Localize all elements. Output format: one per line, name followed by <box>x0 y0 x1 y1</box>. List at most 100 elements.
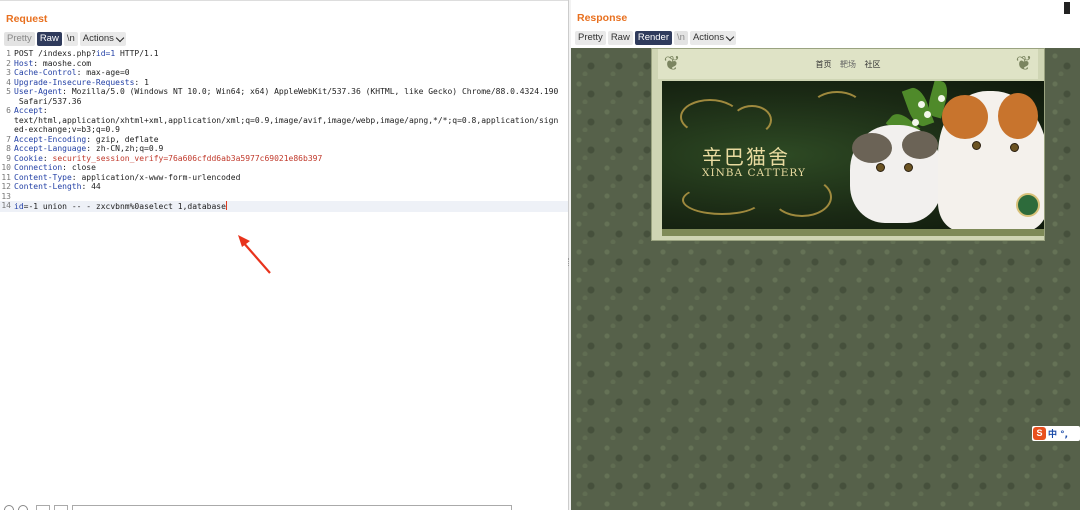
header-value: 44 <box>91 182 101 191</box>
line-text: Host: maoshe.com <box>13 59 568 69</box>
editor-line[interactable]: 10 Connection: close <box>0 163 568 173</box>
separator: : <box>33 58 43 68</box>
burp-repeater-window: Request Pretty Raw \n Actions 1 POST /ind… <box>0 0 1080 510</box>
editor-line[interactable]: 14 id=-1 union -- - zxcvbnm%0aselect 1,da… <box>0 201 568 212</box>
header-value: close <box>71 163 96 172</box>
header-value: zh-CN,zh;q=0.9 <box>95 144 164 153</box>
header-name: Connection <box>14 163 63 172</box>
editor-line[interactable]: 9 Cookie: security_session_verify=76a606c… <box>0 154 568 164</box>
line-number: 1 <box>6 49 11 58</box>
separator: : <box>62 163 72 172</box>
sogou-ime-icon: S <box>1033 427 1046 440</box>
cattery-badge-icon <box>1016 193 1040 217</box>
actions-dropdown[interactable]: Actions <box>79 32 126 46</box>
separator: : <box>81 182 92 191</box>
header-name: Content-Length <box>14 182 82 191</box>
editor-line[interactable]: 4 Upgrade-Insecure-Requests: 1 <box>0 78 568 88</box>
tab-pretty[interactable]: Pretty <box>4 32 35 46</box>
flower-decoration <box>938 95 945 102</box>
line-text: id=-1 union -- - zxcvbnm%0aselect 1,data… <box>13 201 568 212</box>
line-number: 13 <box>1 191 11 201</box>
header-value: gzip, deflate <box>95 134 159 144</box>
header-name: User-Agent <box>14 87 63 96</box>
line-number: 7 <box>6 134 11 144</box>
site-banner: 辛巴猫舍 XINBA CATTERY <box>662 81 1044 229</box>
tab-pretty[interactable]: Pretty <box>575 31 606 45</box>
editor-line[interactable]: 12 Content-Length: 44 <box>0 182 568 192</box>
request-title: Request <box>6 13 48 25</box>
rendered-page: ❦ ❦ 首页 靶场 社区 辛巴猫舍 XINBA CATTERY S 中 °, <box>571 48 1080 510</box>
line-text: Cache-Control: max-age=0 <box>13 68 568 78</box>
separator: : <box>42 106 48 115</box>
banner-border <box>662 229 1044 236</box>
editor-line[interactable]: 1 POST /indexs.php?id=1 HTTP/1.1 <box>0 49 568 59</box>
nav-range-link[interactable]: 靶场 <box>840 60 856 69</box>
separator: : <box>76 68 87 77</box>
editor-line[interactable]: 13 <box>0 192 568 202</box>
line-number: 5 <box>6 87 11 96</box>
chevron-down-icon <box>725 32 735 41</box>
editor-line[interactable]: 3 Cache-Control: max-age=0 <box>0 68 568 78</box>
nav-home-link[interactable]: 首页 <box>815 60 831 69</box>
line-text: Content-Length: 44 <box>13 182 568 192</box>
actions-dropdown[interactable]: Actions <box>689 31 737 45</box>
tab-newline-toggle[interactable]: \n <box>63 32 78 46</box>
line-number: 8 <box>6 144 11 153</box>
nav-community-link[interactable]: 社区 <box>865 60 881 69</box>
header-name: Accept <box>14 106 43 115</box>
separator: : <box>71 172 82 182</box>
separator: : <box>86 134 96 144</box>
next-button[interactable] <box>54 505 68 510</box>
header-value: -1 union -- - zxcvbnm%0aselect 1,databas… <box>28 202 226 211</box>
ime-toolbar[interactable]: S 中 °, <box>1032 426 1080 441</box>
header-name: id <box>14 202 24 211</box>
tab-newline-toggle[interactable]: \n <box>674 31 688 45</box>
editor-line[interactable]: 7 Accept-Encoding: gzip, deflate <box>0 135 568 145</box>
line-number: 9 <box>6 153 11 163</box>
separator: : <box>62 87 72 96</box>
search-input[interactable] <box>72 505 512 510</box>
red-arrow-annotation <box>238 235 271 274</box>
cookie-value: security_session_verify=76a606cfdd6ab3a5… <box>52 153 323 163</box>
gold-swirl <box>680 99 740 135</box>
editor-line[interactable]: 2 Host: maoshe.com <box>0 59 568 69</box>
tab-raw[interactable]: Raw <box>36 32 62 46</box>
line-text: Accept-Language: zh-CN,zh;q=0.9 <box>13 144 568 154</box>
line-number: 10 <box>1 163 11 172</box>
line-number: 4 <box>6 77 11 87</box>
line-text: Connection: close <box>13 163 568 173</box>
header-name: Content-Type <box>14 172 72 182</box>
line-text: Upgrade-Insecure-Requests: 1 <box>13 78 568 88</box>
line-number: 11 <box>1 172 11 182</box>
help-icon[interactable] <box>4 505 14 510</box>
query-param: id=1 <box>95 49 116 58</box>
request-editor[interactable]: 1 POST /indexs.php?id=1 HTTP/1.1 2 Host: ma… <box>0 49 568 501</box>
separator: : <box>134 77 145 87</box>
cattery-site: ❦ ❦ 首页 靶场 社区 辛巴猫舍 XINBA CATTERY <box>651 48 1045 241</box>
tab-render[interactable]: Render <box>634 31 672 45</box>
header-name: Upgrade-Insecure-Requests <box>14 77 135 87</box>
tab-raw[interactable]: Raw <box>607 31 633 45</box>
site-logo-english: XINBA CATTERY <box>702 167 806 179</box>
scrollbar-thumb[interactable] <box>1064 2 1070 14</box>
flower-decoration <box>918 101 925 108</box>
editor-line[interactable]: 8 Accept-Language: zh-CN,zh;q=0.9 <box>0 144 568 154</box>
header-value: maoshe.com <box>42 58 92 68</box>
line-number: 14 <box>1 201 11 210</box>
editor-line[interactable]: 5 User-Agent: Mozilla/5.0 (Windows NT 10.… <box>0 87 568 106</box>
separator: : <box>86 144 96 153</box>
line-text: POST /indexs.php?id=1 HTTP/1.1 <box>13 49 568 59</box>
request-view-tabs: Pretty Raw \n Actions <box>4 32 126 46</box>
flower-decoration <box>924 111 931 118</box>
actions-label: Actions <box>82 33 114 44</box>
header-value: Mozilla/5.0 (Windows NT 10.0; Win64; x64… <box>18 87 559 106</box>
header-name: Host <box>14 58 34 68</box>
line-text <box>13 192 568 202</box>
response-title: Response <box>577 12 628 24</box>
flower-decoration <box>912 119 919 126</box>
settings-icon[interactable] <box>18 505 28 510</box>
prev-button[interactable] <box>36 505 50 510</box>
line-text: Cookie: security_session_verify=76a606cf… <box>13 154 568 164</box>
editor-line[interactable]: 6 Accept: text/html,application/xhtml+xml… <box>0 106 568 135</box>
editor-line[interactable]: 11 Content-Type: application/x-www-form-u… <box>0 173 568 183</box>
